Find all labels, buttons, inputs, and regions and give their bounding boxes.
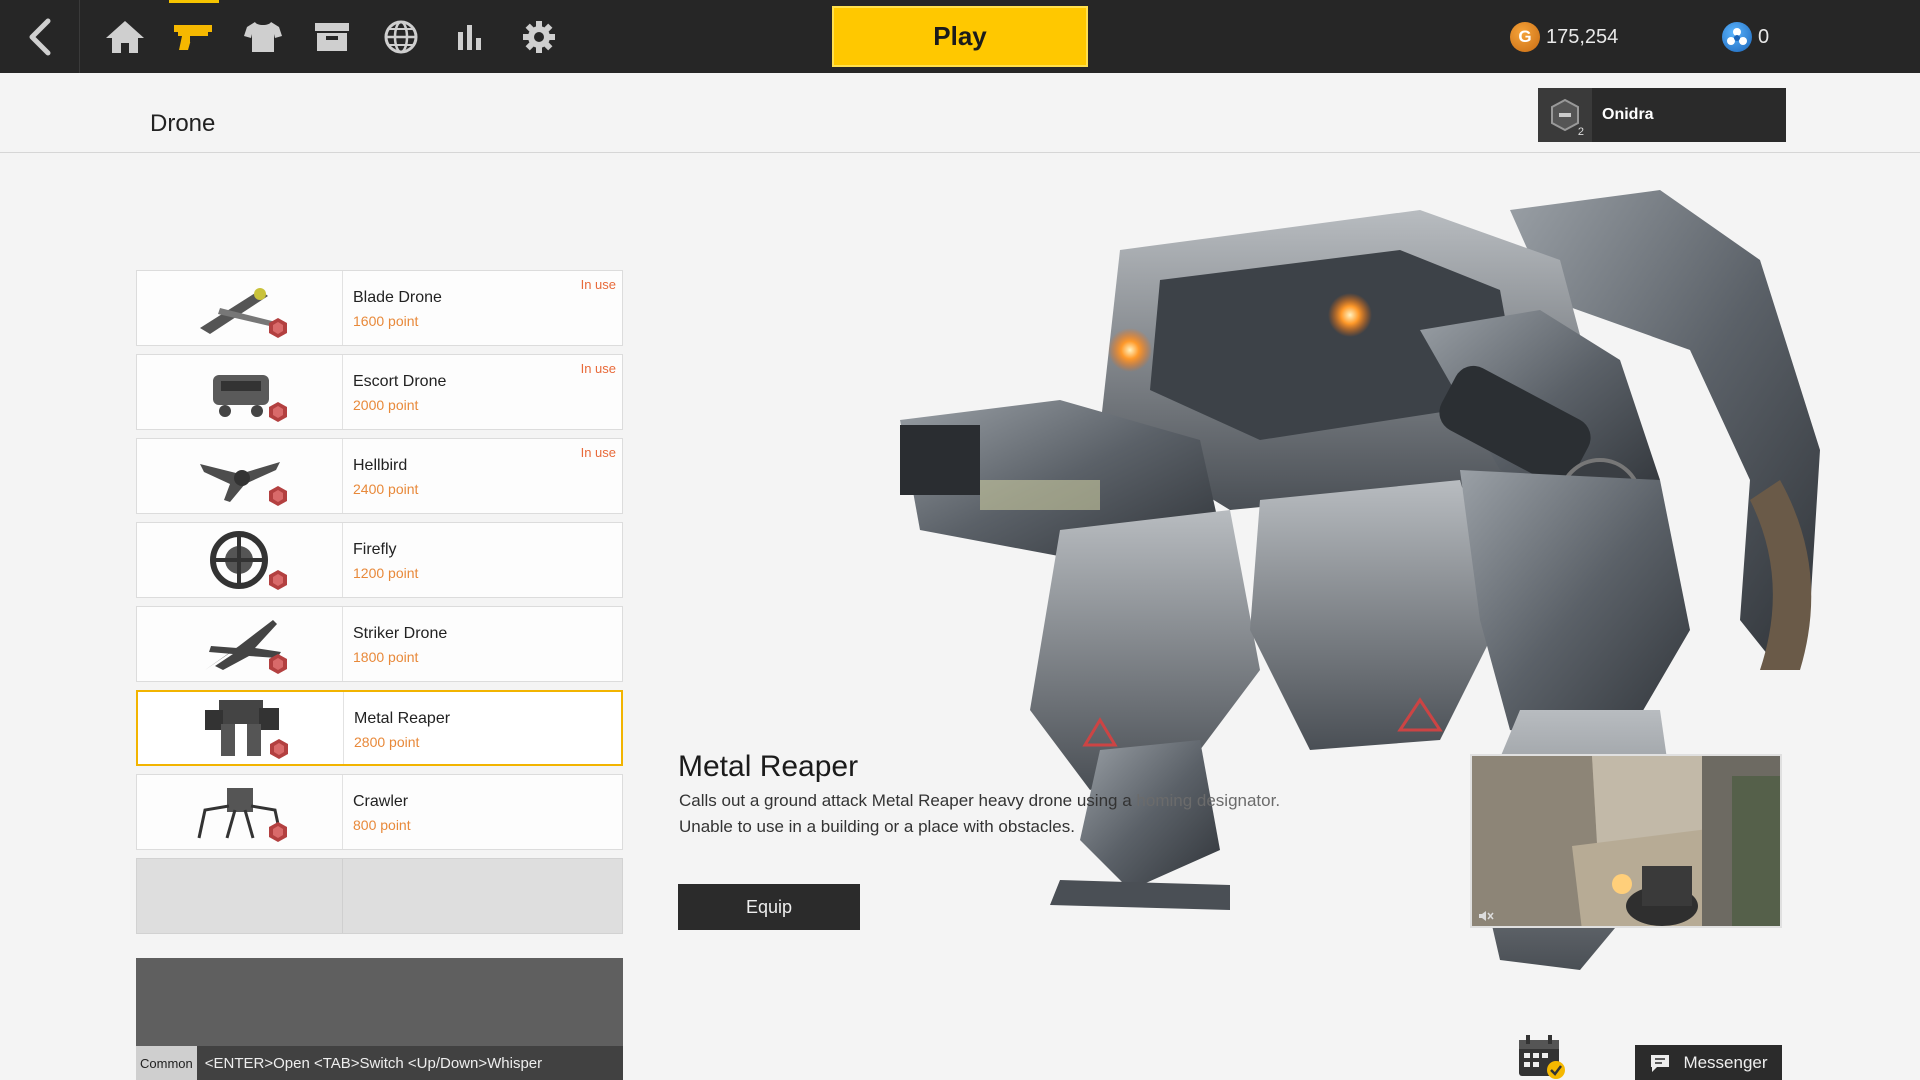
drone-item-firefly[interactable]: Firefly 1200 point bbox=[136, 522, 623, 598]
drone-thumbnail bbox=[137, 775, 343, 849]
drone-name: Escort Drone bbox=[353, 373, 447, 390]
drone-points: 800 point bbox=[353, 817, 411, 833]
home-icon bbox=[105, 20, 144, 53]
rarity-badge-icon bbox=[269, 318, 287, 338]
preview-scene bbox=[1472, 756, 1780, 926]
rarity-badge-icon bbox=[269, 486, 287, 506]
rarity-badge-icon bbox=[269, 570, 287, 590]
nav-weapons[interactable] bbox=[159, 0, 228, 73]
rarity-badge-icon bbox=[269, 402, 287, 422]
globe-icon bbox=[384, 20, 417, 53]
back-button[interactable] bbox=[0, 0, 80, 73]
calendar-icon bbox=[1519, 1035, 1565, 1079]
premium-amount: 0 bbox=[1758, 25, 1770, 48]
drone-name: Crawler bbox=[353, 793, 409, 810]
chat-input-bar[interactable]: Common <ENTER>Open <TAB>Switch <Up/Down>… bbox=[136, 1046, 623, 1080]
premium-balance: 0 bbox=[1722, 22, 1769, 52]
drone-name: Blade Drone bbox=[353, 289, 442, 306]
description-hidden: homing designator. bbox=[1136, 791, 1281, 810]
back-arrow-icon bbox=[29, 18, 50, 55]
nav-home[interactable] bbox=[90, 0, 159, 73]
gold-coin-icon: G bbox=[1510, 22, 1540, 52]
rarity-badge-icon bbox=[269, 822, 287, 842]
drone-slot-empty bbox=[136, 858, 623, 934]
nav-customize[interactable] bbox=[228, 0, 297, 73]
in-use-label: In use bbox=[580, 445, 616, 460]
description-line: Calls out a ground attack Metal Reaper h… bbox=[679, 788, 1379, 814]
firefly-icon bbox=[209, 531, 268, 589]
chat-bubble-icon bbox=[1651, 1054, 1670, 1072]
description-visible: Calls out a ground attack Metal Reaper h… bbox=[679, 791, 1132, 810]
drone-points: 2000 point bbox=[353, 397, 419, 413]
stats-icon bbox=[457, 24, 481, 50]
gold-amount: 175,254 bbox=[1546, 25, 1619, 48]
drone-points: 1800 point bbox=[353, 649, 419, 665]
drone-points: 1200 point bbox=[353, 565, 419, 581]
drone-points: 2800 point bbox=[354, 734, 420, 750]
main-nav bbox=[90, 0, 573, 73]
drone-thumbnail bbox=[137, 523, 343, 597]
drone-thumbnail bbox=[137, 607, 343, 681]
drone-points: 2400 point bbox=[353, 481, 419, 497]
drone-item-hellbird[interactable]: Hellbird 2400 point In use bbox=[136, 438, 623, 514]
in-use-label: In use bbox=[580, 277, 616, 292]
nav-settings[interactable] bbox=[504, 0, 573, 73]
drone-description: Calls out a ground attack Metal Reaper h… bbox=[679, 788, 1379, 840]
drone-detail-title: Metal Reaper bbox=[678, 750, 859, 783]
rank-shield-icon bbox=[1551, 98, 1579, 132]
top-bar: Play G 175,254 0 bbox=[0, 0, 1920, 73]
empty-slot-thumb bbox=[137, 859, 343, 933]
chat-hint: <ENTER>Open <TAB>Switch <Up/Down>Whisper bbox=[204, 1054, 543, 1072]
description-line: Unable to use in a building or a place w… bbox=[679, 817, 1075, 836]
drone-list: Blade Drone 1600 point In use Escort Dro… bbox=[136, 270, 623, 942]
drone-item-striker-drone[interactable]: Striker Drone 1800 point bbox=[136, 606, 623, 682]
drone-item-crawler[interactable]: Crawler 800 point bbox=[136, 774, 623, 850]
drone-name: Firefly bbox=[353, 541, 397, 558]
drone-item-blade-drone[interactable]: Blade Drone 1600 point In use bbox=[136, 270, 623, 346]
user-profile-badge[interactable]: 2 Onidra bbox=[1538, 88, 1786, 142]
drone-points: 1600 point bbox=[353, 313, 419, 329]
drone-item-metal-reaper[interactable]: Metal Reaper 2800 point bbox=[136, 690, 623, 766]
drone-thumbnail bbox=[137, 271, 343, 345]
user-level: 2 bbox=[1577, 126, 1584, 138]
nav-stats[interactable] bbox=[435, 0, 504, 73]
shirt-icon bbox=[243, 21, 282, 52]
nav-world[interactable] bbox=[366, 0, 435, 73]
premium-currency-icon bbox=[1722, 22, 1752, 52]
mute-icon[interactable] bbox=[1478, 910, 1494, 922]
play-button[interactable]: Play bbox=[832, 6, 1088, 67]
calendar-button[interactable] bbox=[1516, 1032, 1566, 1080]
chat-channel-tab[interactable]: Common bbox=[136, 1046, 197, 1080]
gold-balance: G 175,254 bbox=[1510, 22, 1618, 52]
weapon-icon bbox=[173, 24, 212, 50]
drone-thumbnail bbox=[137, 355, 343, 429]
drone-name: Metal Reaper bbox=[354, 710, 451, 727]
drone-name: Striker Drone bbox=[353, 625, 448, 642]
user-name: Onidra bbox=[1602, 106, 1654, 123]
drone-thumbnail bbox=[138, 692, 344, 764]
drone-item-escort-drone[interactable]: Escort Drone 2000 point In use bbox=[136, 354, 623, 430]
equip-button[interactable]: Equip bbox=[678, 884, 860, 930]
messenger-label: Messenger bbox=[1683, 1052, 1768, 1072]
in-use-label: In use bbox=[580, 361, 616, 376]
rarity-badge-icon bbox=[270, 739, 288, 759]
nav-storage[interactable] bbox=[297, 0, 366, 73]
page-title: Drone bbox=[150, 110, 216, 137]
chat-panel[interactable]: Common <ENTER>Open <TAB>Switch <Up/Down>… bbox=[136, 958, 623, 1080]
drone-preview-video[interactable] bbox=[1470, 754, 1782, 928]
rarity-badge-icon bbox=[269, 654, 287, 674]
drone-name: Hellbird bbox=[353, 457, 408, 474]
drone-thumbnail bbox=[137, 439, 343, 513]
messenger-button[interactable]: Messenger bbox=[1635, 1045, 1782, 1080]
gear-icon bbox=[522, 20, 555, 53]
rank-emblem: 2 bbox=[1538, 88, 1592, 142]
storage-box-icon bbox=[314, 22, 349, 51]
